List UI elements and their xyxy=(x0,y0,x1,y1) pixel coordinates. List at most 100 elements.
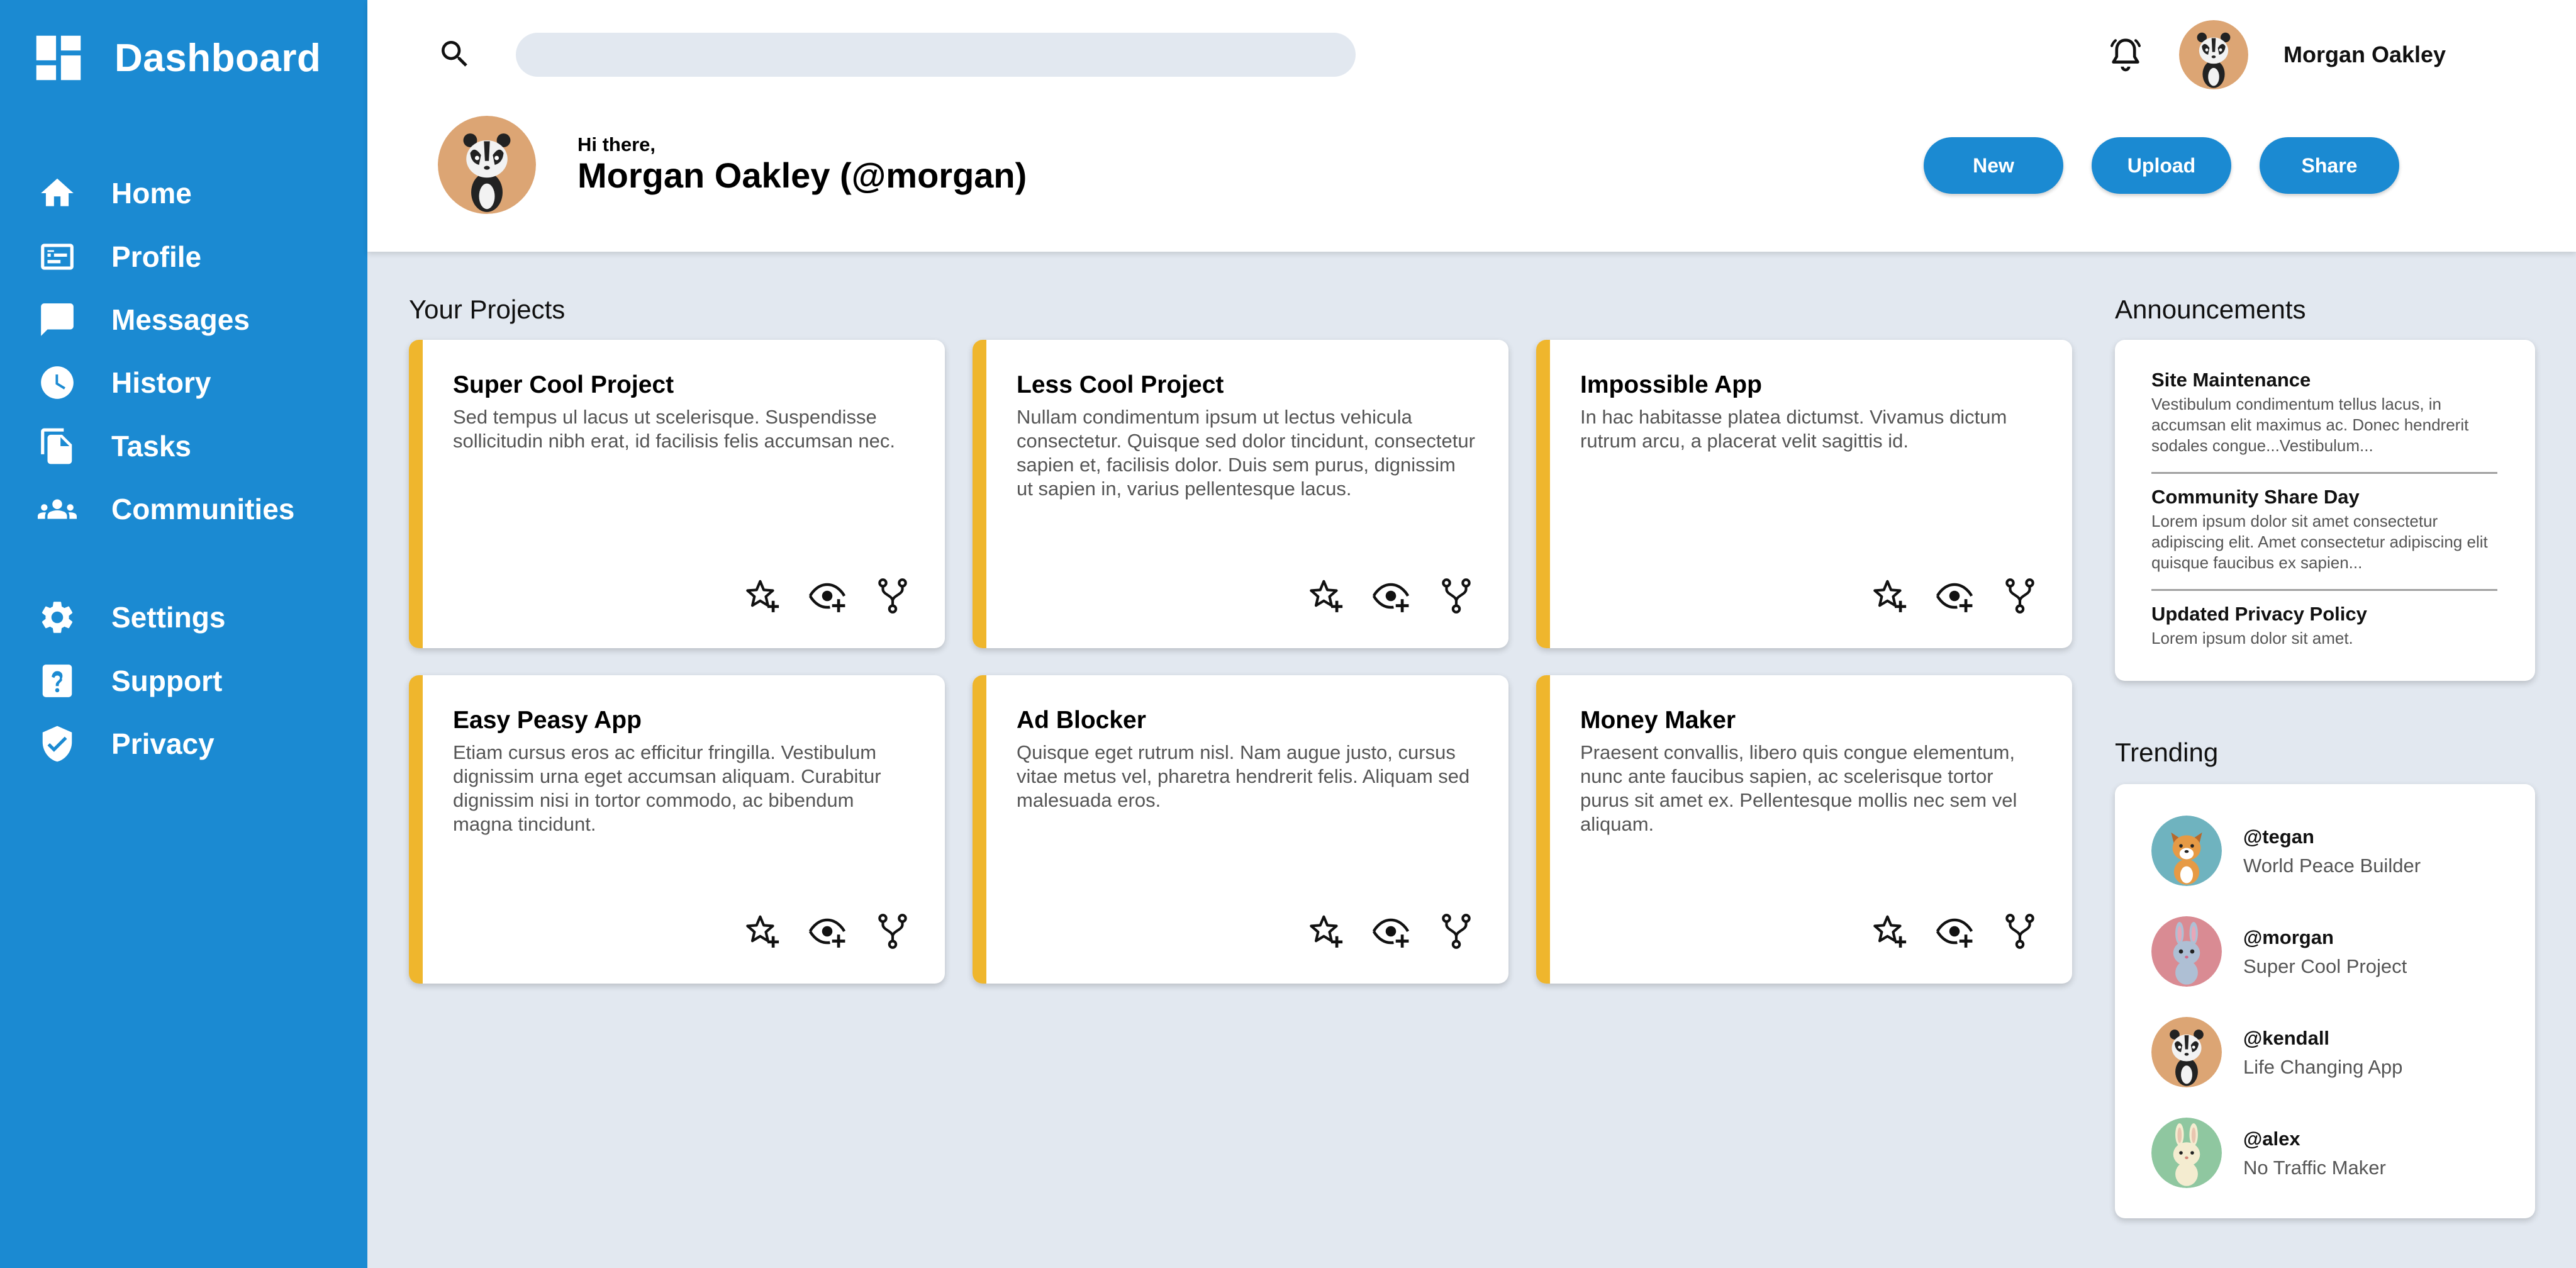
trending-avatar xyxy=(2151,816,2222,886)
gear-icon xyxy=(42,602,73,633)
project-title[interactable]: Money Maker xyxy=(1580,707,1736,734)
new-button[interactable]: New xyxy=(1924,137,2063,194)
star-plus-icon[interactable] xyxy=(742,576,781,615)
sidebar-item-messages[interactable]: Messages xyxy=(38,291,250,348)
sidebar-item-privacy[interactable]: Privacy xyxy=(38,715,215,772)
trending-item[interactable]: @kendall Life Changing App xyxy=(2151,1017,2504,1087)
sidebar-item-label: Privacy xyxy=(111,727,215,760)
trending-avatar xyxy=(2151,916,2222,987)
profile-avatar xyxy=(438,116,536,214)
share-button[interactable]: Share xyxy=(2260,137,2399,194)
help-icon xyxy=(42,665,72,697)
eye-plus-icon[interactable] xyxy=(1935,576,1974,615)
project-description: Quisque eget rutrum nisl. Nam augue just… xyxy=(1017,741,1470,811)
project-card[interactable]: Less Cool Project Nullam condimentum ips… xyxy=(973,340,1508,648)
sidebar-item-label: Communities xyxy=(111,493,295,525)
star-plus-icon[interactable] xyxy=(1306,912,1345,951)
trending-item[interactable]: @tegan World Peace Builder xyxy=(2151,816,2504,886)
project-description: Etiam cursus eros ac efficitur fringilla… xyxy=(453,741,881,835)
eye-plus-icon[interactable] xyxy=(1371,576,1410,615)
greeting-text: Hi there, xyxy=(577,133,656,155)
shield-check-icon xyxy=(42,726,72,762)
sidebar-item-label: Home xyxy=(111,177,192,210)
eye-plus-icon[interactable] xyxy=(1935,912,1974,951)
star-plus-icon[interactable] xyxy=(1870,576,1909,615)
trending-project: World Peace Builder xyxy=(2243,855,2421,877)
project-card[interactable]: Ad Blocker Quisque eget rutrum nisl. Nam… xyxy=(973,675,1508,984)
user-avatar[interactable] xyxy=(2179,20,2248,89)
announcement-body: Lorem ipsum dolor sit amet consectetur a… xyxy=(2151,512,2488,572)
project-actions xyxy=(1870,576,2046,617)
project-card[interactable]: Easy Peasy App Etiam cursus eros ac effi… xyxy=(409,675,945,984)
document-icon xyxy=(41,428,72,464)
search-icon[interactable] xyxy=(437,36,472,72)
search-input[interactable] xyxy=(516,33,1356,77)
star-plus-icon[interactable] xyxy=(1870,912,1909,951)
star-plus-icon[interactable] xyxy=(1306,576,1345,615)
trending-handle[interactable]: @tegan xyxy=(2243,826,2314,848)
trending-item[interactable]: @alex No Traffic Maker xyxy=(2151,1118,2504,1188)
clock-icon xyxy=(41,366,74,399)
trending-project: No Traffic Maker xyxy=(2243,1157,2386,1179)
profile-card-icon xyxy=(41,244,74,270)
projects-section-title: Your Projects xyxy=(409,295,566,324)
trending-item[interactable]: @morgan Super Cool Project xyxy=(2151,916,2504,987)
message-icon xyxy=(41,303,74,336)
project-title[interactable]: Impossible App xyxy=(1580,371,1762,399)
sidebar-item-label: Support xyxy=(111,665,223,697)
fork-icon[interactable] xyxy=(1437,912,1476,951)
project-title[interactable]: Ad Blocker xyxy=(1017,707,1146,734)
trending-handle[interactable]: @kendall xyxy=(2243,1027,2329,1050)
trending-title: Trending xyxy=(2115,738,2219,767)
project-card[interactable]: Money Maker Praesent convallis, libero q… xyxy=(1536,675,2072,984)
trending-panel: @tegan World Peace Builder @morgan Super… xyxy=(2115,784,2535,1218)
sidebar-item-settings[interactable]: Settings xyxy=(38,589,225,646)
badger-avatar xyxy=(2151,1017,2222,1087)
sidebar: Dashboard Home Profile Messages History … xyxy=(0,0,367,1268)
sidebar-item-history[interactable]: History xyxy=(38,354,211,411)
sidebar-item-home[interactable]: Home xyxy=(38,165,192,222)
project-title[interactable]: Less Cool Project xyxy=(1017,371,1224,399)
announcement-item[interactable]: Site Maintenance Vestibulum condimentum … xyxy=(2151,369,2497,456)
announcement-item[interactable]: Community Share Day Lorem ipsum dolor si… xyxy=(2151,486,2497,573)
announcement-item[interactable]: Updated Privacy Policy Lorem ipsum dolor… xyxy=(2151,603,2497,649)
trending-handle[interactable]: @morgan xyxy=(2243,926,2334,949)
project-description: Nullam condimentum ipsum ut lectus vehic… xyxy=(1017,406,1475,500)
announcements-panel: Site Maintenance Vestibulum condimentum … xyxy=(2115,340,2535,681)
eye-plus-icon[interactable] xyxy=(808,912,847,951)
people-icon xyxy=(38,499,77,519)
star-plus-icon[interactable] xyxy=(742,912,781,951)
project-card[interactable]: Impossible App In hac habitasse platea d… xyxy=(1536,340,2072,648)
fork-icon[interactable] xyxy=(1437,576,1476,615)
announcement-title[interactable]: Updated Privacy Policy xyxy=(2151,603,2497,626)
announcement-body: Vestibulum condimentum tellus lacus, in … xyxy=(2151,395,2469,455)
bell-icon[interactable] xyxy=(2106,35,2145,74)
project-description: Sed tempus ul lacus ut scelerisque. Susp… xyxy=(453,406,895,452)
project-card[interactable]: Super Cool Project Sed tempus ul lacus u… xyxy=(409,340,945,648)
upload-button[interactable]: Upload xyxy=(2092,137,2231,194)
sidebar-item-tasks[interactable]: Tasks xyxy=(38,418,191,474)
announcement-title[interactable]: Community Share Day xyxy=(2151,486,2497,508)
project-description: In hac habitasse platea dictumst. Vivamu… xyxy=(1580,406,2007,452)
project-title[interactable]: Easy Peasy App xyxy=(453,707,642,734)
trending-avatar xyxy=(2151,1017,2222,1087)
project-actions xyxy=(1306,576,1482,617)
announcement-title[interactable]: Site Maintenance xyxy=(2151,369,2497,391)
sidebar-item-support[interactable]: Support xyxy=(38,653,222,709)
announcement-divider xyxy=(2151,472,2497,474)
fork-icon[interactable] xyxy=(873,576,912,615)
eye-plus-icon[interactable] xyxy=(1371,912,1410,951)
fork-icon[interactable] xyxy=(2000,576,2039,615)
fork-icon[interactable] xyxy=(873,912,912,951)
sidebar-item-communities[interactable]: Communities xyxy=(38,481,294,537)
trending-handle[interactable]: @alex xyxy=(2243,1128,2300,1150)
sidebar-item-profile[interactable]: Profile xyxy=(38,228,201,285)
eye-plus-icon[interactable] xyxy=(808,576,847,615)
project-actions xyxy=(742,912,918,952)
brand[interactable]: Dashboard xyxy=(29,26,321,89)
header-user-name[interactable]: Morgan Oakley xyxy=(2283,42,2446,68)
badger-avatar-image xyxy=(2179,20,2248,89)
project-title[interactable]: Super Cool Project xyxy=(453,371,674,399)
fork-icon[interactable] xyxy=(2000,912,2039,951)
sidebar-item-label: Tasks xyxy=(111,430,192,463)
